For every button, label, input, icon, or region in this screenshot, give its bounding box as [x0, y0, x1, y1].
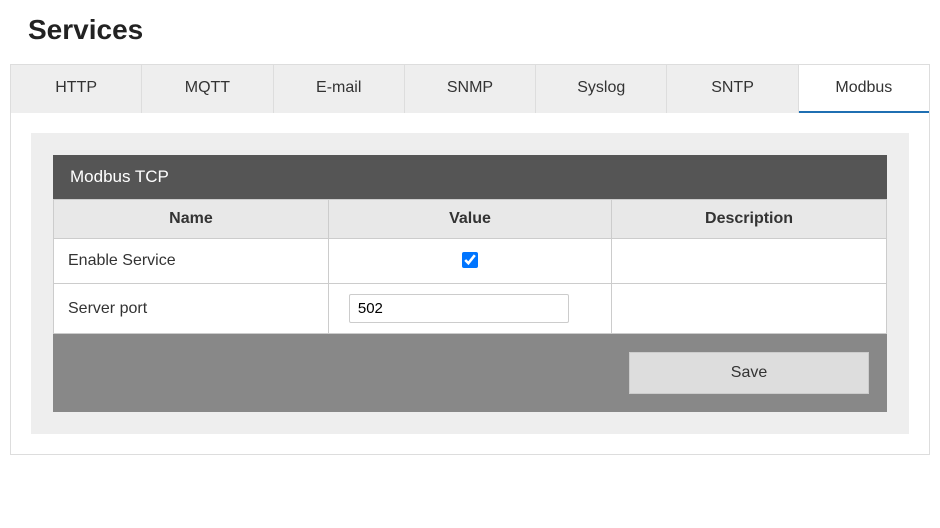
tabs: HTTP MQTT E-mail SNMP Syslog SNTP Modbus	[11, 65, 929, 113]
tab-email[interactable]: E-mail	[274, 65, 405, 113]
header-name: Name	[54, 200, 329, 239]
page-title: Services	[28, 14, 940, 46]
header-description: Description	[612, 200, 887, 239]
row-name: Enable Service	[54, 239, 329, 284]
tab-snmp[interactable]: SNMP	[405, 65, 536, 113]
panel-wrapper: Modbus TCP Name Value Description Enable…	[31, 133, 909, 434]
table-row: Enable Service	[54, 239, 887, 284]
server-port-input[interactable]	[349, 294, 569, 323]
tab-mqtt[interactable]: MQTT	[142, 65, 273, 113]
footer-row: Save	[53, 334, 887, 412]
tabs-container: HTTP MQTT E-mail SNMP Syslog SNTP Modbus…	[10, 64, 930, 455]
row-name: Server port	[54, 284, 329, 334]
tab-modbus[interactable]: Modbus	[799, 65, 929, 113]
row-description	[612, 239, 887, 284]
header-value: Value	[328, 200, 611, 239]
settings-table: Name Value Description Enable Service	[53, 199, 887, 334]
tab-content: Modbus TCP Name Value Description Enable…	[11, 113, 929, 454]
row-description	[612, 284, 887, 334]
enable-service-checkbox[interactable]	[462, 252, 478, 268]
tab-syslog[interactable]: Syslog	[536, 65, 667, 113]
save-button[interactable]: Save	[629, 352, 869, 394]
row-value	[328, 284, 611, 334]
tab-http[interactable]: HTTP	[11, 65, 142, 113]
row-value	[328, 239, 611, 284]
panel-title: Modbus TCP	[53, 155, 887, 199]
tab-sntp[interactable]: SNTP	[667, 65, 798, 113]
table-row: Server port	[54, 284, 887, 334]
